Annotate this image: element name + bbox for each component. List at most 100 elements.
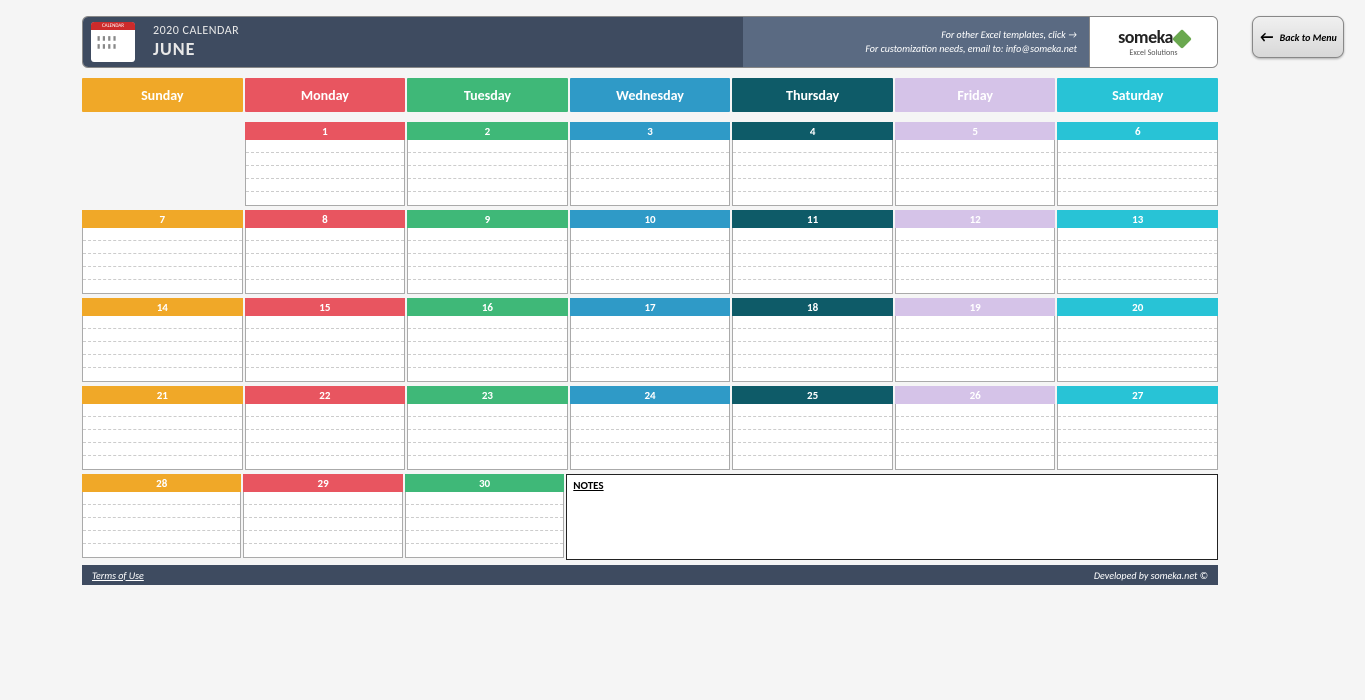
- day-body[interactable]: [732, 404, 893, 470]
- day-body[interactable]: [1057, 404, 1218, 470]
- logo-block[interactable]: someka Excel Solutions: [1089, 17, 1217, 67]
- day-cell-12[interactable]: 12: [895, 210, 1056, 294]
- back-arrow-icon: ←: [1259, 28, 1273, 47]
- day-body[interactable]: [405, 492, 564, 558]
- day-number: 14: [82, 298, 243, 316]
- day-body[interactable]: [407, 404, 568, 470]
- day-cell-1[interactable]: 1: [245, 122, 406, 206]
- day-cell-21[interactable]: 21: [82, 386, 243, 470]
- day-body[interactable]: [82, 492, 241, 558]
- terms-link[interactable]: Terms of Use: [92, 569, 144, 582]
- day-body[interactable]: [243, 492, 402, 558]
- day-body[interactable]: [407, 316, 568, 382]
- day-cell-23[interactable]: 23: [407, 386, 568, 470]
- templates-link-text[interactable]: For other Excel templates, click →: [941, 28, 1077, 42]
- weekday-header-saturday: Saturday: [1057, 78, 1218, 112]
- day-cell-18[interactable]: 18: [732, 298, 893, 382]
- day-cell-19[interactable]: 19: [895, 298, 1056, 382]
- day-cell-2[interactable]: 2: [407, 122, 568, 206]
- day-number: 18: [732, 298, 893, 316]
- footer: Terms of Use Developed by someka.net ©: [82, 565, 1218, 585]
- day-body[interactable]: [732, 228, 893, 294]
- footer-credit: Developed by someka.net ©: [1094, 569, 1208, 582]
- day-body[interactable]: [570, 316, 731, 382]
- day-body[interactable]: [570, 228, 731, 294]
- day-cell-11[interactable]: 11: [732, 210, 893, 294]
- day-body[interactable]: [245, 228, 406, 294]
- day-number: 2: [407, 122, 568, 140]
- day-cell-28[interactable]: 28: [82, 474, 241, 560]
- day-number: 3: [570, 122, 731, 140]
- day-number: 22: [245, 386, 406, 404]
- day-body[interactable]: [245, 316, 406, 382]
- back-button-label: Back to Menu: [1280, 31, 1337, 44]
- day-body[interactable]: [407, 140, 568, 206]
- day-body[interactable]: [895, 140, 1056, 206]
- day-cell-6[interactable]: 6: [1057, 122, 1218, 206]
- day-number: 8: [245, 210, 406, 228]
- day-cell-7[interactable]: 7: [82, 210, 243, 294]
- day-cell-17[interactable]: 17: [570, 298, 731, 382]
- day-number: 12: [895, 210, 1056, 228]
- day-number: 11: [732, 210, 893, 228]
- day-cell-22[interactable]: 22: [245, 386, 406, 470]
- day-number: 19: [895, 298, 1056, 316]
- day-body[interactable]: [1057, 140, 1218, 206]
- day-cell-5[interactable]: 5: [895, 122, 1056, 206]
- day-cell-3[interactable]: 3: [570, 122, 731, 206]
- day-cell-27[interactable]: 27: [1057, 386, 1218, 470]
- day-body[interactable]: [570, 140, 731, 206]
- day-number: 30: [405, 474, 564, 492]
- day-number: 20: [1057, 298, 1218, 316]
- day-body[interactable]: [245, 140, 406, 206]
- logo-accent-icon: [1172, 29, 1192, 49]
- day-body[interactable]: [732, 316, 893, 382]
- day-number: 25: [732, 386, 893, 404]
- day-number: 29: [243, 474, 402, 492]
- calendar-icon: [91, 22, 135, 62]
- day-cell-29[interactable]: 29: [243, 474, 402, 560]
- day-body[interactable]: [407, 228, 568, 294]
- weekday-headers: SundayMondayTuesdayWednesdayThursdayFrid…: [82, 78, 1218, 112]
- day-cell-14[interactable]: 14: [82, 298, 243, 382]
- day-number: 1: [245, 122, 406, 140]
- notes-label: NOTES: [573, 479, 1211, 492]
- day-cell-24[interactable]: 24: [570, 386, 731, 470]
- customization-text: For customization needs, email to: info@…: [865, 42, 1077, 56]
- day-cell-4[interactable]: 4: [732, 122, 893, 206]
- day-body[interactable]: [895, 404, 1056, 470]
- notes-box[interactable]: NOTES: [566, 474, 1218, 560]
- day-cell-25[interactable]: 25: [732, 386, 893, 470]
- day-body[interactable]: [1057, 228, 1218, 294]
- day-body[interactable]: [732, 140, 893, 206]
- day-body[interactable]: [82, 228, 243, 294]
- weekday-header-thursday: Thursday: [732, 78, 893, 112]
- day-cell-26[interactable]: 26: [895, 386, 1056, 470]
- day-body[interactable]: [82, 404, 243, 470]
- back-to-menu-button[interactable]: ← Back to Menu: [1252, 16, 1344, 58]
- day-cell-13[interactable]: 13: [1057, 210, 1218, 294]
- weekday-header-friday: Friday: [895, 78, 1056, 112]
- day-number: 23: [407, 386, 568, 404]
- day-body[interactable]: [570, 404, 731, 470]
- day-number: 5: [895, 122, 1056, 140]
- day-cell-10[interactable]: 10: [570, 210, 731, 294]
- weekday-header-monday: Monday: [245, 78, 406, 112]
- day-number: 10: [570, 210, 731, 228]
- month-label: JUNE: [153, 38, 239, 60]
- day-cell-8[interactable]: 8: [245, 210, 406, 294]
- day-body[interactable]: [245, 404, 406, 470]
- day-body[interactable]: [1057, 316, 1218, 382]
- day-body[interactable]: [82, 316, 243, 382]
- day-cell-30[interactable]: 30: [405, 474, 564, 560]
- day-body[interactable]: [895, 316, 1056, 382]
- day-cell-15[interactable]: 15: [245, 298, 406, 382]
- day-number: 26: [895, 386, 1056, 404]
- day-body[interactable]: [895, 228, 1056, 294]
- calendar-header: 2020 CALENDAR JUNE For other Excel templ…: [82, 16, 1218, 68]
- day-number: 7: [82, 210, 243, 228]
- day-cell-16[interactable]: 16: [407, 298, 568, 382]
- day-cell-9[interactable]: 9: [407, 210, 568, 294]
- day-number: 16: [407, 298, 568, 316]
- day-cell-20[interactable]: 20: [1057, 298, 1218, 382]
